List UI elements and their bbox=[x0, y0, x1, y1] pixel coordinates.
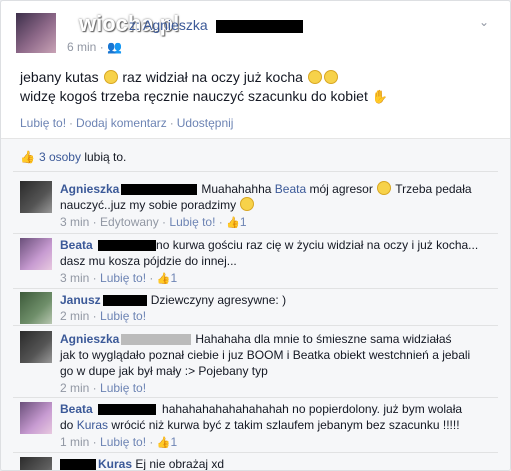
comments-section: 👍 3 osoby lubią to. Agnieszka Muahahahha B… bbox=[1, 138, 510, 470]
author-avatar[interactable] bbox=[16, 13, 56, 53]
divider bbox=[13, 171, 498, 172]
redaction-bar bbox=[121, 334, 192, 346]
comment-like-link[interactable]: Lubię to! bbox=[100, 381, 146, 395]
redaction-bar bbox=[98, 240, 157, 252]
like-thumb-icon: 👍 bbox=[20, 150, 35, 164]
chevron-down-icon[interactable]: ⌄ bbox=[479, 15, 489, 29]
commenter-name[interactable]: Agnieszka bbox=[60, 332, 119, 346]
hand-icon: ✋ bbox=[371, 89, 388, 104]
post-text: jebany kutas raz widział na oczy już koc… bbox=[20, 69, 388, 104]
comment-link[interactable]: Dodaj komentarz bbox=[76, 116, 167, 130]
comment-like-link[interactable]: Lubię to! bbox=[100, 271, 146, 285]
comment-like-link[interactable]: Lubię to! bbox=[100, 309, 146, 323]
post-author-line[interactable]: z: Agnieszka bbox=[65, 17, 303, 33]
comment-meta: 2 min · Lubię to! bbox=[60, 309, 147, 323]
likes-summary: 👍 3 osoby lubią to. bbox=[20, 150, 127, 164]
smiley-icon bbox=[377, 181, 392, 195]
commenter-avatar[interactable] bbox=[20, 238, 52, 270]
post-meta: 6 min · 👥 bbox=[67, 40, 122, 54]
comment-meta: 3 min · Edytowany · Lubię to! · 👍1 bbox=[60, 215, 247, 229]
divider bbox=[13, 325, 498, 326]
comment-like-link[interactable]: Lubię to! bbox=[169, 215, 215, 229]
like-thumb-icon: 👍 bbox=[156, 437, 171, 449]
like-thumb-icon: 👍 bbox=[156, 273, 171, 285]
comment-like-link[interactable]: Lubię to! bbox=[100, 435, 146, 449]
redaction-bar bbox=[215, 19, 303, 33]
commenter-name[interactable]: Beata bbox=[60, 238, 93, 252]
commenter-name[interactable]: Beata bbox=[60, 402, 93, 416]
redaction-bar bbox=[102, 295, 147, 307]
divider bbox=[13, 288, 498, 289]
mention-link[interactable]: Beata bbox=[275, 182, 306, 196]
divider bbox=[13, 452, 498, 453]
commenter-avatar[interactable] bbox=[20, 331, 52, 363]
like-link[interactable]: Lubię to! bbox=[20, 116, 66, 130]
redaction-bar bbox=[121, 184, 198, 196]
facebook-post: wiocha.pl z: Agnieszka 6 min · 👥 ⌄ jeban… bbox=[0, 0, 511, 471]
divider bbox=[13, 397, 498, 398]
commenter-name[interactable]: Janusz bbox=[60, 293, 101, 307]
comment-meta: 1 min · Lubię to! · 👍1 bbox=[60, 435, 178, 449]
comment-meta: 2 min · Lubię to! bbox=[60, 381, 147, 395]
laugh-icon bbox=[307, 70, 322, 84]
smiley-icon bbox=[103, 70, 118, 84]
commenter-name[interactable]: Agnieszka bbox=[60, 182, 119, 196]
commenter-avatar[interactable] bbox=[20, 402, 52, 434]
like-thumb-icon: 👍 bbox=[226, 217, 240, 229]
author-suffix[interactable]: z: Agnieszka bbox=[129, 17, 208, 33]
laugh-icon bbox=[323, 70, 338, 84]
redaction-bar bbox=[98, 404, 157, 416]
divider bbox=[13, 233, 498, 234]
share-link[interactable]: Udostępnij bbox=[177, 116, 234, 130]
friends-icon: 👥 bbox=[107, 40, 122, 54]
post-time[interactable]: 6 min bbox=[67, 40, 96, 54]
commenter-avatar[interactable] bbox=[20, 292, 52, 324]
comment-meta: 3 min · Lubię to! · 👍1 bbox=[60, 271, 178, 285]
mention-link[interactable]: Kuras bbox=[77, 418, 108, 432]
commenter-avatar[interactable] bbox=[20, 181, 52, 213]
smiley-icon bbox=[240, 197, 255, 211]
post-actions: Lubię to! · Dodaj komentarz · Udostępnij bbox=[20, 116, 234, 130]
likes-count-link[interactable]: 3 osoby bbox=[39, 150, 81, 164]
